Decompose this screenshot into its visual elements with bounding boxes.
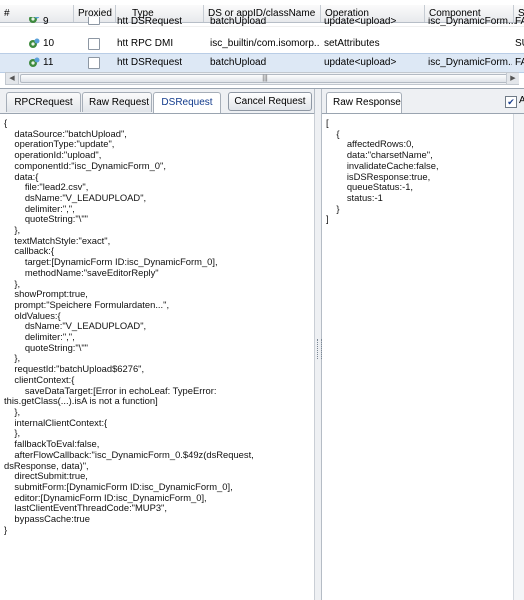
row-operation: setAttributes: [324, 38, 380, 49]
row-ds: isc_builtin/com.isomorp...: [210, 38, 320, 49]
row-status: FA: [515, 57, 524, 68]
pane-splitter[interactable]: [314, 89, 322, 600]
raw-response-pane: [ { affectedRows:0, data:"charsetName", …: [322, 114, 513, 600]
row-ds: batchUpload: [210, 57, 267, 68]
tab-rpc-request[interactable]: RPCRequest: [6, 92, 81, 112]
tab-ds-request[interactable]: DSRequest: [153, 92, 221, 113]
proxied-checkbox[interactable]: [88, 57, 100, 69]
auto-checkbox[interactable]: ✔: [505, 96, 517, 108]
row-operation: update<upload>: [324, 17, 397, 27]
row-status: SU: [515, 38, 524, 49]
scrollbar-thumb[interactable]: |||: [20, 74, 510, 83]
request-tabbar: RPCRequest Raw Request DSRequest Cancel …: [0, 89, 314, 114]
table-row[interactable]: 9 htt DSRequest batchUpload update<uploa…: [0, 17, 524, 27]
cancel-request-button[interactable]: Cancel Request: [228, 92, 312, 111]
proxied-checkbox[interactable]: [88, 17, 100, 25]
row-type: htt DSRequest: [117, 17, 183, 27]
row-type: htt RPC DMI: [117, 38, 174, 49]
auto-checkbox-label: A: [519, 95, 524, 106]
table-row-selected[interactable]: 11 htt DSRequest batchUpload update<uplo…: [0, 53, 524, 73]
table-row[interactable]: 10 htt RPC DMI isc_builtin/com.isomorp..…: [0, 35, 524, 54]
scroll-grip-icon: |||: [262, 75, 268, 82]
horizontal-scrollbar[interactable]: ◀ ||| ▶: [5, 72, 519, 85]
ds-request-pane: { dataSource:"batchUpload", operationTyp…: [0, 114, 315, 600]
rpc-history-grid: # Proxied Type DS or appID/className Ope…: [0, 0, 524, 89]
row-number: 9: [43, 17, 49, 27]
row-type: htt DSRequest: [117, 57, 183, 68]
row-component: isc_DynamicForm...: [428, 17, 517, 27]
tab-raw-request[interactable]: Raw Request: [82, 92, 152, 112]
row-operation: update<upload>: [324, 57, 397, 68]
row-component: isc_DynamicForm...: [428, 57, 512, 68]
tab-raw-response[interactable]: Raw Response: [326, 92, 402, 113]
row-number: 10: [43, 38, 55, 49]
scroll-left-icon[interactable]: ◀: [6, 73, 19, 84]
row-ds: batchUpload: [210, 17, 267, 27]
row-number: 11: [43, 57, 54, 68]
row-status: FA: [515, 17, 524, 27]
vertical-scrollbar[interactable]: [513, 114, 524, 600]
request-text: { dataSource:"batchUpload", operationTyp…: [4, 117, 254, 535]
row-component: [424, 35, 428, 53]
response-tabbar: Raw Response ✔ A: [322, 89, 524, 114]
scroll-right-icon[interactable]: ▶: [506, 73, 519, 84]
response-text: [ { affectedRows:0, data:"charsetName", …: [326, 117, 439, 225]
proxied-checkbox[interactable]: [88, 38, 100, 50]
